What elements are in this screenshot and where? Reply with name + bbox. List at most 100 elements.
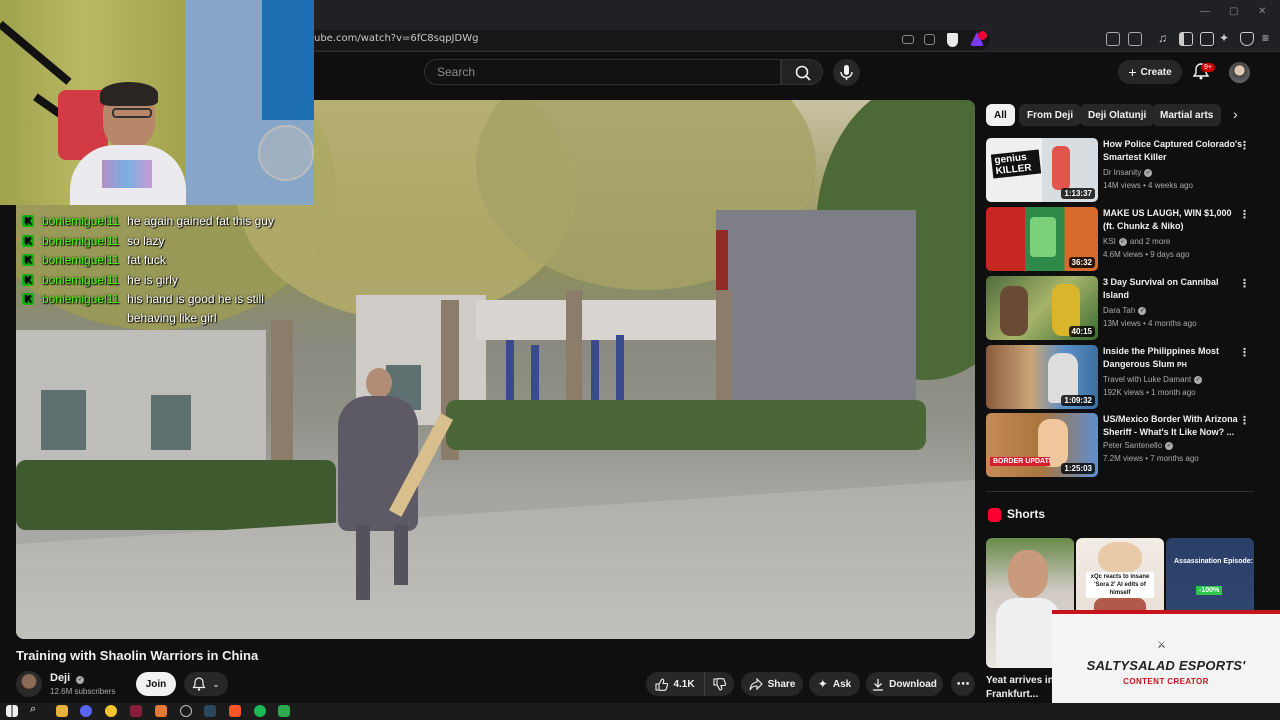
sparkle-icon: ✦	[817, 677, 828, 691]
video-title[interactable]: US/Mexico Border With Arizona Sheriff - …	[1103, 413, 1243, 439]
url-text[interactable]: ube.com/watch?v=6fC8sqpJDWg	[314, 33, 478, 44]
more-vert-icon[interactable]: ⋮	[1239, 139, 1250, 152]
video-title[interactable]: How Police Captured Colorado's Smartest …	[1103, 138, 1243, 164]
brave-shield-icon[interactable]	[947, 33, 958, 47]
sidebar-icon[interactable]	[1179, 32, 1193, 46]
chat-message: K boniemiguel11 his hand is good he is s…	[22, 292, 287, 328]
video-title[interactable]: 3 Day Survival on Cannibal Island	[1103, 276, 1243, 302]
share-button[interactable]: Share	[741, 672, 803, 696]
chat-text: he is girly	[127, 273, 178, 287]
video-thumbnail[interactable]: 1:09:32	[986, 345, 1098, 409]
video-title-row[interactable]: Inside the Philippines Most Dangerous Sl…	[1103, 345, 1243, 372]
leo-ai-icon[interactable]: ✦	[1219, 31, 1233, 45]
chat-username: boniemiguel11	[42, 234, 120, 248]
steam-icon[interactable]	[204, 705, 216, 717]
channel-row[interactable]: Travel with Luke Damant ✓	[1103, 375, 1203, 384]
chip-martial-arts[interactable]: Martial arts	[1152, 104, 1222, 126]
recommended-video[interactable]: BORDER UPDATE 1:25:03 US/Mexico Border W…	[986, 413, 1256, 477]
more-vert-icon[interactable]: ⋮	[1239, 208, 1250, 221]
more-vert-icon[interactable]: ⋮	[1239, 346, 1250, 359]
verified-icon: ✓	[1194, 375, 1203, 384]
thumbnail-text: genius KILLER	[990, 149, 1042, 179]
join-button[interactable]: Join	[136, 672, 176, 696]
channel-row[interactable]: Peter Santenello ✓	[1103, 441, 1174, 450]
dislike-button[interactable]	[704, 672, 734, 696]
app-icon[interactable]	[130, 705, 142, 717]
recommended-video[interactable]: genius KILLER 1:13:37 How Police Capture…	[986, 138, 1256, 202]
channel-name[interactable]: Dr Insanity	[1103, 168, 1141, 177]
video-thumbnail[interactable]: 40:15	[986, 276, 1098, 340]
download-button[interactable]: Download	[866, 672, 943, 696]
more-vert-icon[interactable]: ⋮	[1239, 414, 1250, 427]
channel-name[interactable]: Peter Santenello	[1103, 441, 1162, 450]
channel-name-row[interactable]: Deji ✓	[50, 672, 85, 684]
recommended-video[interactable]: 40:15 3 Day Survival on Cannibal Island …	[986, 276, 1256, 340]
create-button[interactable]: + Create	[1118, 60, 1182, 84]
search-icon[interactable]: ⌕	[30, 703, 42, 715]
bell-icon	[192, 677, 206, 691]
menu-icon[interactable]: ≡	[1262, 31, 1276, 45]
subscribed-notifications-button[interactable]: ⌄	[184, 672, 228, 696]
os-taskbar	[0, 703, 1280, 720]
video-thumbnail[interactable]: genius KILLER 1:13:37	[986, 138, 1098, 202]
channel-row[interactable]: Dara Tah ✓	[1103, 306, 1147, 315]
more-actions-button[interactable]: ⋯	[951, 672, 975, 696]
maximize-button[interactable]: ▢	[1229, 6, 1238, 17]
file-explorer-icon[interactable]	[56, 705, 68, 717]
chrome-icon[interactable]	[105, 705, 117, 717]
app-icon[interactable]	[155, 705, 167, 717]
video-duration: 1:25:03	[1061, 463, 1095, 474]
video-title[interactable]: MAKE US LAUGH, WIN $1,000 (ft. Chunkz & …	[1103, 207, 1243, 233]
chevron-right-icon[interactable]: ›	[1233, 106, 1238, 122]
channel-row[interactable]: KSI ✓ and 2 more	[1103, 237, 1170, 246]
vpn-shield-icon[interactable]	[1240, 32, 1254, 46]
close-window-button[interactable]: ✕	[1258, 6, 1266, 17]
share-page-icon[interactable]	[924, 34, 935, 45]
obs-icon[interactable]	[180, 705, 192, 717]
extensions-icon[interactable]	[1106, 32, 1120, 46]
windows-start-icon[interactable]	[6, 705, 18, 717]
chip-all[interactable]: All	[986, 104, 1015, 126]
video-title[interactable]: Inside the Philippines Most Dangerous Sl…	[1103, 346, 1219, 369]
brave-icon[interactable]	[229, 705, 241, 717]
video-meta: 4.6M views • 9 days ago	[1103, 250, 1190, 259]
screenshot-icon[interactable]	[1128, 32, 1142, 46]
video-meta: 13M views • 4 months ago	[1103, 319, 1197, 328]
brand-name: SALTYSALAD ESPORTS'	[1086, 658, 1246, 673]
discord-icon[interactable]	[80, 705, 92, 717]
kick-icon: K	[22, 215, 34, 227]
channel-name[interactable]: Dara Tah	[1103, 306, 1135, 315]
recommended-video[interactable]: 36:32 MAKE US LAUGH, WIN $1,000 (ft. Chu…	[986, 207, 1256, 271]
chip-from-deji[interactable]: From Deji	[1019, 104, 1082, 126]
short-badge: -100%	[1196, 586, 1223, 595]
app-icon[interactable]	[278, 705, 290, 717]
search-button[interactable]	[781, 59, 823, 85]
channel-row[interactable]: Dr Insanity ✓	[1103, 168, 1153, 177]
minimize-button[interactable]: —	[1200, 6, 1210, 17]
channel-name[interactable]: Deji	[50, 672, 70, 684]
chip-deji-olatunji[interactable]: Deji Olatunji	[1080, 104, 1155, 126]
account-avatar[interactable]	[1229, 62, 1250, 83]
channel-name[interactable]: Travel with Luke Damant	[1103, 375, 1191, 384]
channel-avatar[interactable]	[16, 671, 42, 697]
channel-name[interactable]: KSI	[1103, 237, 1116, 246]
search-input[interactable]	[425, 60, 780, 84]
spotify-icon[interactable]	[254, 705, 266, 717]
recommended-video[interactable]: 1:09:32 Inside the Philippines Most Dang…	[986, 345, 1256, 409]
voice-search-button[interactable]	[833, 59, 860, 86]
cast-icon[interactable]	[902, 35, 914, 44]
divider	[986, 491, 1254, 492]
wallet-icon[interactable]	[1200, 32, 1214, 46]
video-thumbnail[interactable]: 36:32	[986, 207, 1098, 271]
video-meta: 7.2M views • 7 months ago	[1103, 454, 1199, 463]
shorts-heading: Shorts	[1007, 507, 1046, 521]
download-label: Download	[889, 678, 937, 690]
music-icon[interactable]: ♫	[1158, 31, 1172, 45]
create-label: Create	[1140, 66, 1172, 78]
more-vert-icon[interactable]: ⋮	[1239, 277, 1250, 290]
ask-button[interactable]: ✦ Ask	[809, 672, 860, 696]
verified-icon: ✓	[1138, 306, 1147, 315]
video-thumbnail[interactable]: BORDER UPDATE 1:25:03	[986, 413, 1098, 477]
like-button[interactable]: 4.1K	[646, 672, 704, 696]
search-box[interactable]	[424, 59, 781, 85]
